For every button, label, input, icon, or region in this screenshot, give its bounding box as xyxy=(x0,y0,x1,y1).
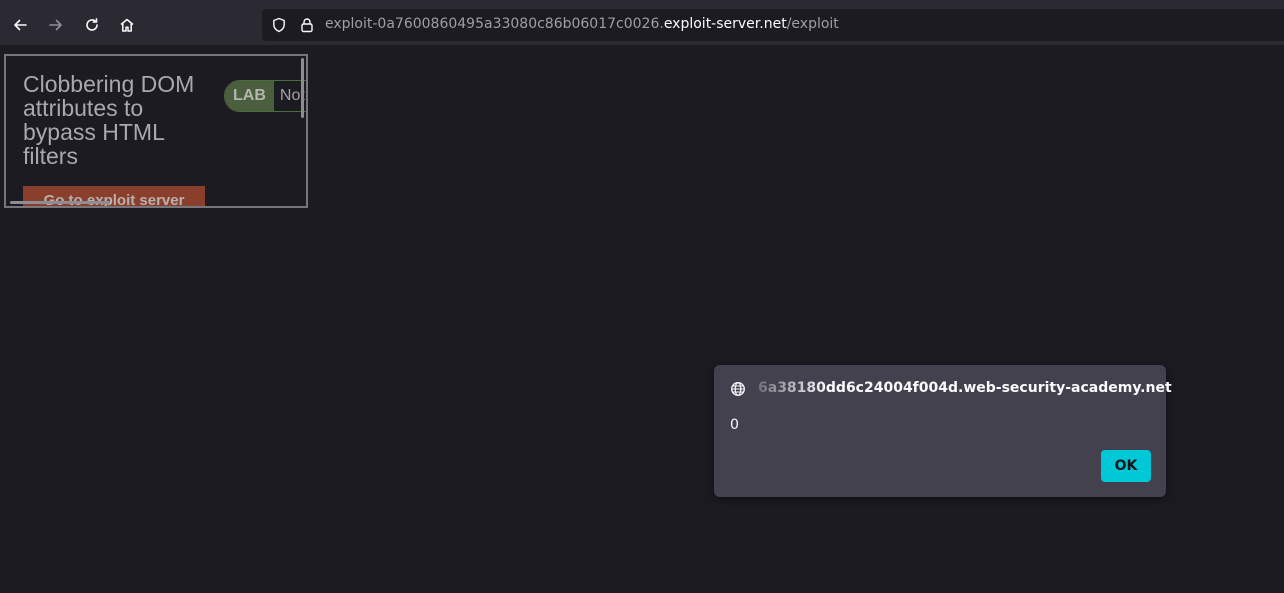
lab-status-badge: LAB Not solved xyxy=(224,80,306,112)
url-host: exploit-server.net xyxy=(663,16,787,32)
reload-button[interactable] xyxy=(79,12,105,38)
shield-icon[interactable] xyxy=(271,17,287,33)
lock-icon[interactable] xyxy=(299,17,315,33)
iframe-vertical-scrollbar[interactable] xyxy=(301,58,304,118)
back-button[interactable] xyxy=(7,12,33,38)
url-prefix: exploit-0a7600860495a33080c86b06017c0026… xyxy=(325,16,664,32)
lab-iframe[interactable]: Clobbering DOM attributes to bypass HTML… xyxy=(4,54,308,208)
arrow-left-icon xyxy=(14,19,27,31)
forward-button[interactable] xyxy=(43,12,69,38)
home-button[interactable] xyxy=(114,12,140,38)
reload-icon xyxy=(86,18,98,31)
lab-badge-label: LAB xyxy=(225,81,274,111)
alert-message: 0 xyxy=(730,417,739,433)
url-text[interactable]: exploit-0a7600860495a33080c86b06017c0026… xyxy=(325,16,839,32)
url-bar[interactable]: exploit-0a7600860495a33080c86b06017c0026… xyxy=(262,9,1284,41)
lab-title: Clobbering DOM attributes to bypass HTML… xyxy=(23,71,195,169)
home-icon xyxy=(120,18,134,32)
url-path: /exploit xyxy=(786,16,839,32)
alert-origin: 6a38180dd6c24004f004d.web-security-acade… xyxy=(758,380,1172,396)
browser-toolbar: exploit-0a7600860495a33080c86b06017c0026… xyxy=(0,5,1284,45)
iframe-horizontal-scrollbar[interactable] xyxy=(10,201,110,204)
alert-dialog: 6a38180dd6c24004f004d.web-security-acade… xyxy=(714,365,1172,497)
globe-icon xyxy=(731,382,745,396)
go-to-exploit-server-button[interactable]: Go to exploit server xyxy=(23,186,205,206)
ok-button[interactable]: OK xyxy=(1101,450,1151,482)
arrow-right-icon xyxy=(49,19,62,31)
